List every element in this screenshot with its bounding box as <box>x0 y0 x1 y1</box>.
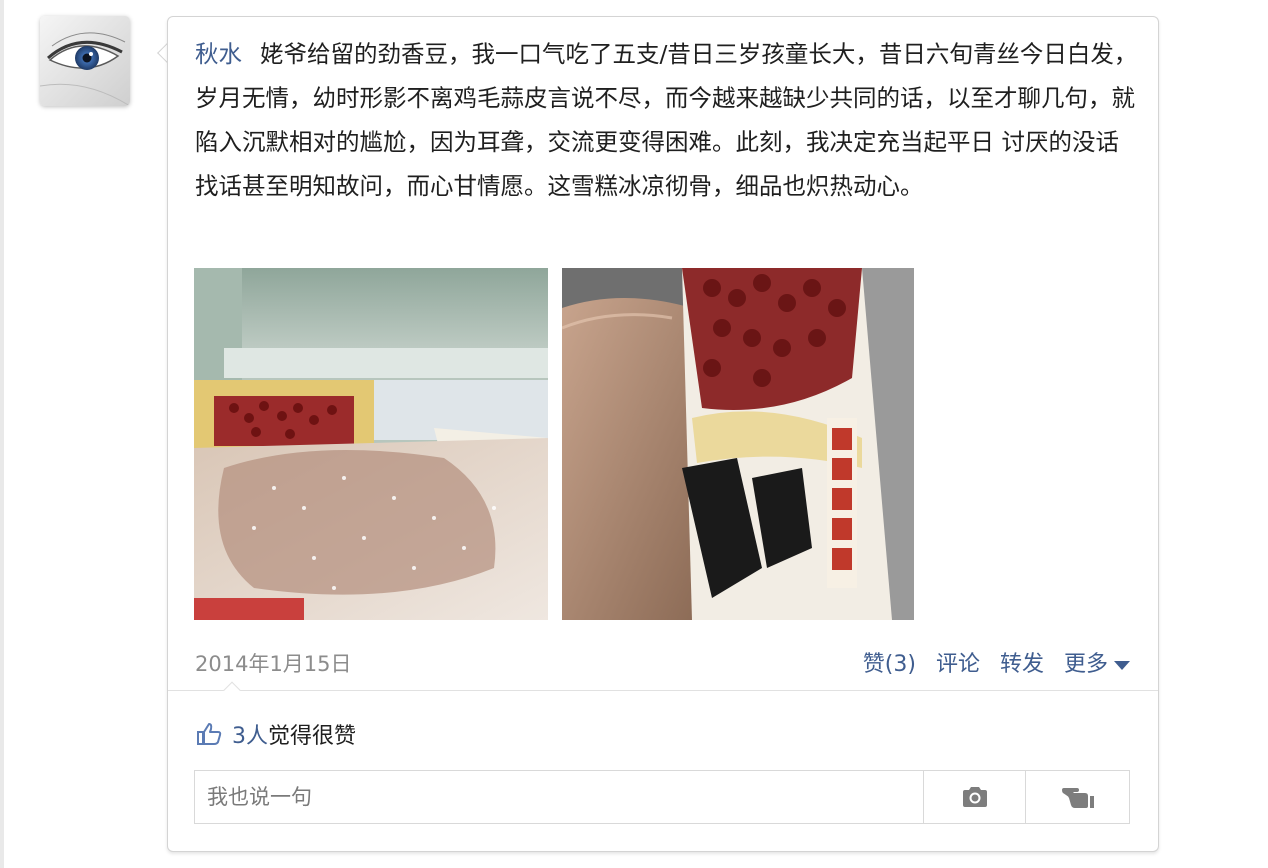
comment-bar <box>194 770 1130 824</box>
author-name[interactable]: 秋水 <box>195 40 242 68</box>
camera-icon <box>962 787 987 807</box>
pointing-hand-icon <box>1061 788 1094 808</box>
post-date: 2014年1月15日 <box>195 652 352 676</box>
more-button[interactable]: 更多 <box>1064 646 1130 678</box>
mention-button[interactable] <box>1025 771 1129 823</box>
eye-avatar-icon <box>40 16 130 106</box>
post-photo-ice-cream[interactable] <box>562 268 914 620</box>
likes-suffix: 觉得很赞 <box>268 724 357 749</box>
camera-button[interactable] <box>923 771 1025 823</box>
likes-count[interactable]: 3人 <box>232 718 268 750</box>
chevron-down-icon <box>1114 660 1130 670</box>
page-left-edge <box>0 0 4 868</box>
likes-summary: 3人 觉得很赞 <box>196 718 356 750</box>
like-button[interactable]: 赞(3) <box>863 646 916 678</box>
comment-input[interactable] <box>195 771 923 823</box>
thumbs-up-icon <box>197 723 222 745</box>
post-actions: 赞(3) 评论 转发 更多 <box>863 646 1130 678</box>
avatar[interactable] <box>40 16 130 106</box>
more-label: 更多 <box>1063 652 1108 677</box>
comment-button[interactable]: 评论 <box>936 646 980 678</box>
post-body: 秋水 姥爷给留的劲香豆，我一口气吃了五支/昔日三岁孩童长大，昔日六旬青丝今日白发，… <box>195 32 1140 208</box>
post-text: 姥爷给留的劲香豆，我一口气吃了五支/昔日三岁孩童长大，昔日六旬青丝今日白发，岁月… <box>195 40 1138 200</box>
share-button[interactable]: 转发 <box>1000 646 1044 678</box>
section-divider <box>168 690 1158 691</box>
post-photo-freezer[interactable] <box>194 268 548 620</box>
